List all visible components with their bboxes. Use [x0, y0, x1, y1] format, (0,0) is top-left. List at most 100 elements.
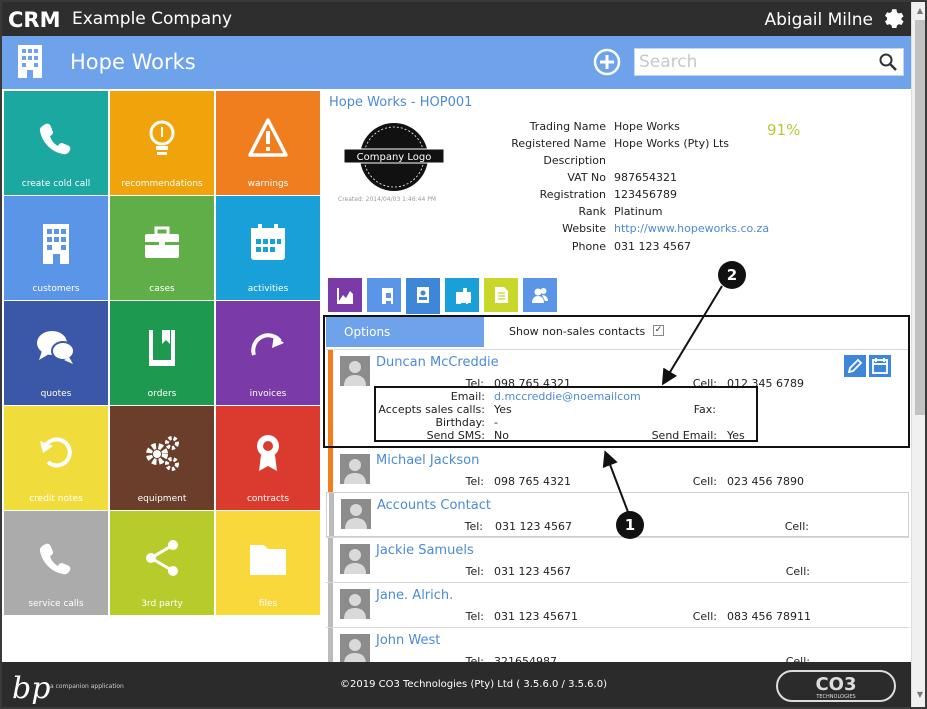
- tab-users[interactable]: [523, 278, 557, 312]
- contact-row[interactable]: Jackie Samuels Tel: 031 123 4567 Cell:: [326, 537, 909, 582]
- phone-icon: [39, 123, 71, 155]
- callout-1: 1: [616, 511, 644, 539]
- avatar-icon: [340, 634, 370, 662]
- tile-activities[interactable]: activities: [216, 196, 320, 300]
- avatar-icon: [340, 454, 370, 484]
- tile-cases[interactable]: cases: [110, 196, 214, 300]
- user-name[interactable]: Abigail Milne: [764, 10, 873, 30]
- contact-name[interactable]: Michael Jackson: [376, 453, 479, 468]
- contact-row[interactable]: Jane. Alrich. Tel: 031 123 45671 Cell: 083 4…: [326, 582, 909, 627]
- cell-label: Cell:: [784, 520, 809, 533]
- detail-label-text: Registered Name: [511, 137, 606, 150]
- tile-recommendations[interactable]: recommendations: [110, 91, 214, 195]
- tile-label: files: [258, 599, 278, 609]
- contact-status-bar: [328, 583, 333, 627]
- warning-icon: [248, 118, 288, 157]
- search-input[interactable]: [635, 49, 871, 75]
- tel-label: Tel:: [465, 565, 484, 578]
- contact-name[interactable]: Jane. Alrich.: [376, 588, 453, 603]
- profile-completion: 91%: [767, 121, 801, 139]
- avatar-icon: [340, 589, 370, 619]
- tile-customers[interactable]: customers: [4, 196, 108, 300]
- tile-equipment[interactable]: equipment: [110, 406, 214, 510]
- tile-files[interactable]: files: [216, 511, 320, 615]
- vertical-scrollbar[interactable]: ▲ ▼: [911, 2, 925, 707]
- cell-label: Cell:: [692, 610, 717, 623]
- tel-label: Tel:: [465, 475, 484, 488]
- magnifier-icon[interactable]: [879, 53, 897, 71]
- tile-grid: create cold call recommendations warnings c…: [4, 91, 322, 621]
- footer: bp a companion application ©2019 CO3 Tec…: [2, 662, 911, 707]
- tile-credit-notes[interactable]: credit notes: [4, 406, 108, 510]
- tile-label: service calls: [28, 599, 84, 609]
- tile-orders[interactable]: orders: [110, 301, 214, 405]
- company-logo: Company Logo: [343, 123, 445, 191]
- users-icon: [532, 288, 548, 303]
- copyright-text: ©2019 CO3 Technologies (Pty) Ltd ( 3.5.6…: [340, 679, 607, 690]
- document-icon: [495, 287, 508, 303]
- tile-label: invoices: [249, 389, 287, 399]
- contact-row[interactable]: John West Tel: 321654987 Cell:: [326, 627, 909, 662]
- detail-label-text: Rank: [578, 205, 606, 218]
- contact-status-bar: [328, 628, 333, 662]
- scroll-up-icon[interactable]: ▲: [915, 6, 925, 16]
- tile-service-calls[interactable]: service calls: [4, 511, 108, 615]
- chart-icon: [337, 288, 353, 304]
- svg-text:Company Logo: Company Logo: [357, 152, 432, 163]
- tile-label: 3rd party: [141, 599, 183, 609]
- breadcrumb[interactable]: Hope Works - HOP001: [329, 95, 472, 110]
- tile-label: quotes: [40, 389, 72, 399]
- building-icon: [18, 45, 42, 78]
- page-title: Hope Works: [70, 50, 196, 74]
- tab-contact-card[interactable]: [406, 278, 440, 314]
- tab-building[interactable]: [367, 278, 401, 312]
- detail-label-text: Registration: [539, 188, 606, 201]
- tile-invoices[interactable]: invoices: [216, 301, 320, 405]
- top-bar: CRM Example Company Abigail Milne: [2, 2, 911, 36]
- contact-name[interactable]: Jackie Samuels: [376, 543, 474, 558]
- tab-document[interactable]: [484, 278, 518, 312]
- detail-value-website[interactable]: http://www.hopeworks.co.za: [614, 222, 769, 235]
- contact-card-icon: [417, 287, 429, 303]
- lightbulb-icon: [149, 120, 175, 155]
- tile-create-cold-call[interactable]: create cold call: [4, 91, 108, 195]
- app-window: CRM Example Company Abigail Milne Hope W…: [0, 0, 927, 709]
- tile-3rd-party[interactable]: 3rd party: [110, 511, 214, 615]
- contact-name[interactable]: John West: [376, 633, 440, 648]
- contact-status-bar: [328, 448, 333, 492]
- award-icon: [257, 435, 279, 471]
- tile-label: create cold call: [21, 179, 91, 189]
- detail-value-trading-name: Hope Works: [614, 120, 680, 133]
- tile-label: credit notes: [29, 494, 83, 504]
- gears-icon: [146, 436, 179, 471]
- plus-circle-icon[interactable]: [593, 48, 621, 76]
- detail-value-vat-no: 987654321: [614, 171, 677, 184]
- tel-label: Tel:: [465, 655, 484, 662]
- tile-label: customers: [32, 284, 80, 294]
- detail-value-phone: 031 123 4567: [614, 240, 691, 253]
- detail-value-registration: 123456789: [614, 188, 677, 201]
- tab-chart[interactable]: [328, 278, 362, 312]
- detail-value-registered-name: Hope Works (Pty) Lts: [614, 137, 730, 150]
- tile-warnings[interactable]: warnings: [216, 91, 320, 195]
- tile-contracts[interactable]: contracts: [216, 406, 320, 510]
- building-icon: [382, 288, 393, 304]
- crm-logo[interactable]: CRM: [8, 8, 64, 30]
- scroll-down-icon[interactable]: ▼: [915, 690, 925, 700]
- tel-value: 031 123 45671: [494, 610, 578, 623]
- scroll-thumb[interactable]: [915, 20, 925, 415]
- contact-name[interactable]: Accounts Contact: [377, 498, 491, 513]
- svg-text:CRM: CRM: [8, 8, 60, 30]
- calendar-icon: [456, 288, 471, 304]
- detail-label-text: Description: [543, 154, 606, 167]
- detail-label-text: Website: [562, 222, 606, 235]
- building-icon: [43, 224, 69, 264]
- contact-status-bar: [329, 493, 334, 536]
- created-timestamp: Created: 2014/04/03 1:46:44 PM: [338, 196, 436, 203]
- gear-icon[interactable]: [881, 6, 905, 30]
- tile-quotes[interactable]: quotes: [4, 301, 108, 405]
- svg-text:CO3: CO3: [815, 674, 856, 695]
- tab-calendar[interactable]: [445, 278, 479, 312]
- tile-label: orders: [147, 389, 177, 399]
- tel-value: 321654987: [494, 655, 557, 662]
